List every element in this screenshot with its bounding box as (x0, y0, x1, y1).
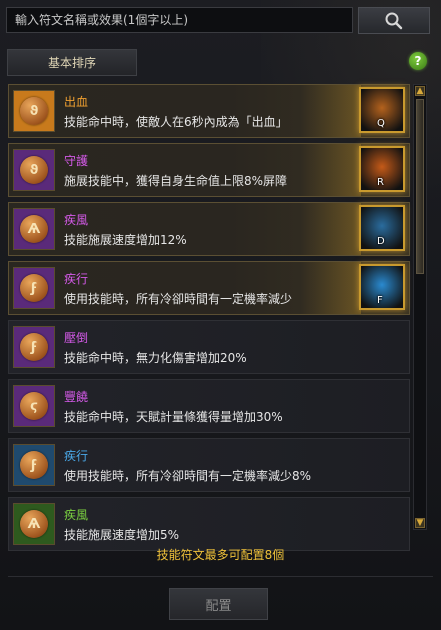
rune-description: 技能命中時，無力化傷害增加20% (64, 351, 247, 365)
rune-icon: ϝ (13, 444, 55, 486)
rune-glyph: ϝ (20, 451, 48, 479)
rune-list: ϑ 出血 技能命中時，使敵人在6秒內成為「出血」 Qϑ 守護 施展技能中，獲得自身生命值上… (8, 84, 410, 551)
rune-panel: 基本排序 ? ϑ 出血技能命中時，使敵人在6秒內成為「出血」 Qϑ 守護施展技能中，獲… (0, 0, 441, 630)
rune-name: 出血 (64, 95, 89, 109)
rune-glyph: ϝ (20, 274, 48, 302)
rune-glyph: Ѧ (20, 215, 48, 243)
config-button[interactable]: 配置 (169, 588, 268, 620)
search-input[interactable] (7, 8, 352, 32)
scroll-thumb[interactable] (416, 99, 424, 274)
gale-skill-icon[interactable]: D (359, 205, 405, 251)
rune-glyph: ϑ (20, 156, 48, 184)
equipped-glow (301, 144, 361, 196)
rune-description: 技能施展速度增加5% (64, 528, 180, 542)
rune-name: 豐饒 (64, 390, 89, 404)
rune-row[interactable]: ϝ 疾行使用技能時，所有冷卻時間有一定機率減少8% (8, 438, 410, 492)
equipped-glow (301, 203, 361, 255)
rune-glyph: Ѧ (20, 510, 48, 538)
rune-glyph: ϝ (20, 333, 48, 361)
search-field[interactable] (6, 7, 353, 33)
help-icon[interactable]: ? (409, 52, 427, 70)
rune-name: 疾行 (64, 449, 89, 463)
skill-key-label: R (377, 177, 384, 188)
rune-glyph: ϑ (20, 97, 48, 125)
rune-icon: ϑ (13, 149, 55, 191)
rune-row[interactable]: Ѧ 疾風技能施展速度增加5% (8, 497, 410, 551)
scrollbar[interactable]: ▲ ▼ (413, 84, 427, 530)
rune-row[interactable]: Ѧ 疾風技能施展速度增加12% D (8, 202, 410, 256)
rune-icon: ϝ (13, 267, 55, 309)
rune-row[interactable]: ϛ 豐饒技能命中時，天賦計量條獲得量增加30% (8, 379, 410, 433)
sort-button[interactable]: 基本排序 (7, 49, 137, 76)
rune-name: 壓倒 (64, 331, 89, 345)
rune-glyph: ϛ (20, 392, 48, 420)
search-button[interactable] (358, 7, 430, 34)
rune-row[interactable]: ϝ 壓倒技能命中時，無力化傷害增加20% (8, 320, 410, 374)
rune-description: 使用技能時，所有冷卻時間有一定機率減少 (64, 292, 293, 306)
rune-description: 技能命中時，使敵人在6秒內成為「出血」 (64, 115, 288, 129)
scroll-down-icon[interactable]: ▼ (415, 518, 425, 528)
rune-description: 使用技能時，所有冷卻時間有一定機率減少8% (64, 469, 312, 483)
rune-name: 疾風 (64, 508, 89, 522)
rune-description: 技能施展速度增加12% (64, 233, 187, 247)
rune-icon: ϝ (13, 326, 55, 368)
skill-key-label: D (377, 236, 385, 247)
rune-name: 疾行 (64, 272, 89, 286)
rune-name: 守護 (64, 154, 89, 168)
search-icon (385, 12, 403, 29)
rune-icon: Ѧ (13, 208, 55, 250)
scroll-up-icon[interactable]: ▲ (415, 86, 425, 96)
haste-skill-icon[interactable]: F (359, 264, 405, 310)
rune-icon: Ѧ (13, 503, 55, 545)
skill-key-label: Q (377, 118, 385, 129)
equipped-glow (301, 85, 361, 137)
rune-description: 施展技能中，獲得自身生命值上限8%屏障 (64, 174, 288, 188)
bleed-skill-icon[interactable]: Q (359, 87, 405, 133)
rune-limit-note: 技能符文最多可配置8個 (156, 548, 285, 562)
rune-description: 技能命中時，天賦計量條獲得量增加30% (64, 410, 283, 424)
guard-skill-icon[interactable]: R (359, 146, 405, 192)
equipped-glow (301, 262, 361, 314)
rune-icon: ϑ (13, 90, 55, 132)
rune-row[interactable]: ϑ 出血技能命中時，使敵人在6秒內成為「出血」 Q (8, 84, 410, 138)
rune-name: 疾風 (64, 213, 89, 227)
rune-row[interactable]: ϑ 守護施展技能中，獲得自身生命值上限8%屏障 R (8, 143, 410, 197)
divider (8, 576, 433, 577)
skill-key-label: F (377, 295, 383, 306)
rune-row[interactable]: ϝ 疾行使用技能時，所有冷卻時間有一定機率減少 F (8, 261, 410, 315)
rune-icon: ϛ (13, 385, 55, 427)
